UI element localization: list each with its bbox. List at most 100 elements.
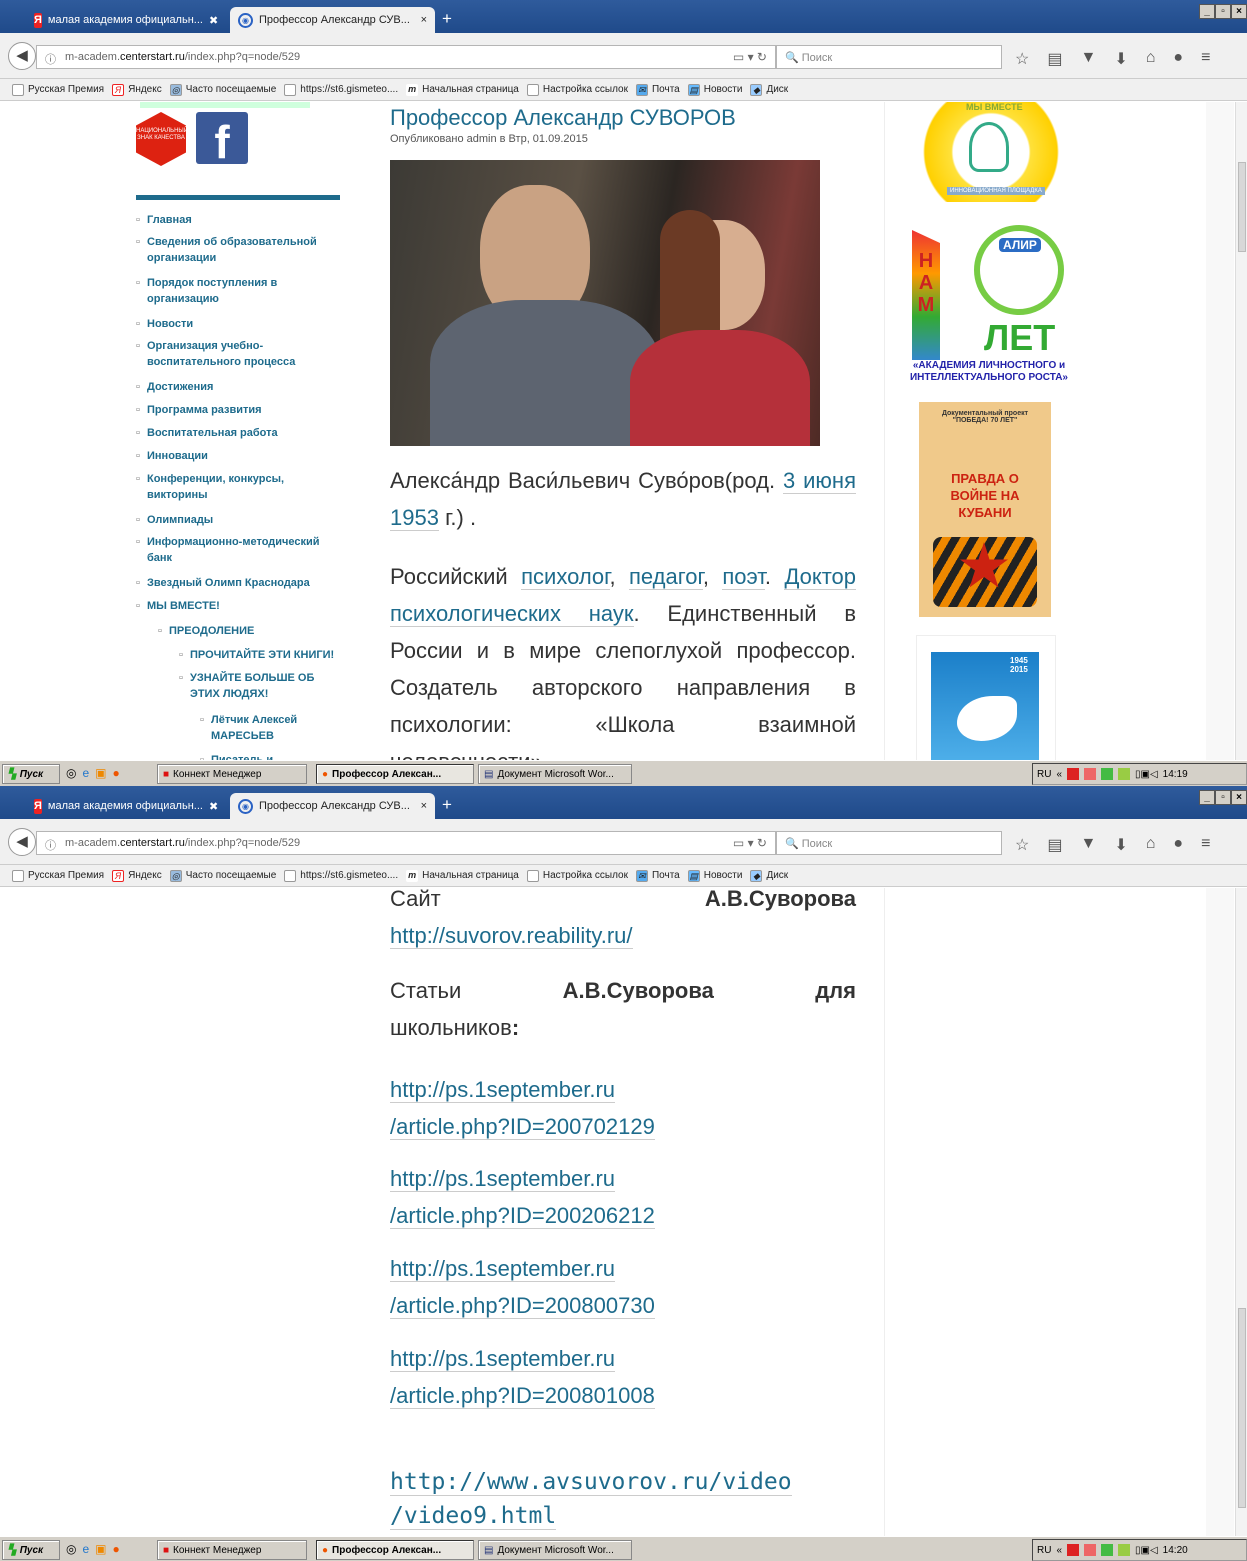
close-window-button[interactable]: × xyxy=(1231,4,1247,19)
bookmark-item[interactable]: ▤ Новости xyxy=(687,869,742,882)
menu-item[interactable]: Воспитательная работа xyxy=(136,425,342,441)
language-indicator[interactable]: RU xyxy=(1037,1545,1051,1556)
taskbar-item[interactable]: ■ Коннект Менеджер xyxy=(157,764,307,784)
reading-list-icon[interactable]: ▤ xyxy=(1047,49,1062,69)
bookmark-item[interactable]: m Начальная страница xyxy=(406,869,519,882)
bookmark-item[interactable]: ▤ Новости xyxy=(687,83,742,96)
url-bar[interactable]: ⓘ m-academ.centerstart.ru/index.php?q=nod… xyxy=(36,45,776,69)
menu-item[interactable]: Информационно-методический банк xyxy=(136,534,342,566)
bookmark-item[interactable]: Русская Премия xyxy=(12,869,104,882)
tray-icon[interactable]: ▯▣◁ xyxy=(1135,1545,1158,1556)
menu-item[interactable]: УЗНАЙТЕ БОЛЬШЕ ОБ ЭТИХ ЛЮДЯХ! xyxy=(179,670,330,702)
article-link[interactable]: http://ps.1september.ru xyxy=(390,1256,616,1282)
download-icon[interactable]: ⬇ xyxy=(1114,835,1127,855)
restore-button[interactable]: ▫ xyxy=(1215,790,1231,805)
firefox-icon[interactable]: ● xyxy=(113,766,120,780)
video-link[interactable]: /video9.html xyxy=(390,1503,557,1530)
back-button[interactable]: ◀ xyxy=(8,42,36,70)
menu-item[interactable]: ПРОЧИТАЙТЕ ЭТИ КНИГИ! xyxy=(179,647,350,663)
home-icon[interactable]: ⌂ xyxy=(1146,835,1156,855)
close-tab-icon[interactable]: × xyxy=(421,14,427,26)
bookmark-item[interactable]: Русская Премия xyxy=(12,83,104,96)
bookmark-item[interactable]: Я Яндекс xyxy=(112,83,162,96)
start-button[interactable]: ▚ Пуск xyxy=(2,764,60,784)
video-link[interactable]: http://www.avsuvorov.ru/video xyxy=(390,1469,792,1496)
facebook-icon[interactable]: f xyxy=(196,112,248,168)
banner-anniversary[interactable]: АЛИР НАМ ЛЕТ «АКАДЕМИЯ ЛИЧНОСТНОГО и ИНТ… xyxy=(904,220,1074,383)
pocket-icon[interactable]: ▼ xyxy=(1080,49,1096,69)
restore-button[interactable]: ▫ xyxy=(1215,4,1231,19)
scrollbar-thumb[interactable] xyxy=(1238,162,1246,252)
app-icon[interactable]: ◎ xyxy=(66,1542,76,1556)
bookmark-item[interactable]: Настройка ссылок xyxy=(526,83,628,96)
menu-item[interactable]: Новости xyxy=(136,316,342,332)
scrollbar-thumb[interactable] xyxy=(1238,1308,1246,1508)
firefox-icon[interactable]: ● xyxy=(113,1542,120,1556)
article-link[interactable]: /article.php?ID=200800730 xyxy=(390,1293,655,1319)
scrollbar[interactable] xyxy=(1235,102,1247,760)
minimize-button[interactable]: _ xyxy=(1199,790,1215,805)
link-site[interactable]: http://suvorov.reability.ru/ xyxy=(390,923,633,949)
new-tab-button[interactable]: + xyxy=(442,9,452,29)
chat-icon[interactable]: ● xyxy=(1173,835,1183,855)
chat-icon[interactable]: ● xyxy=(1173,49,1183,69)
article-link[interactable]: http://ps.1september.ru xyxy=(390,1346,616,1372)
start-button[interactable]: ▚ Пуск xyxy=(2,1540,60,1560)
menu-item[interactable]: Звездный Олимп Краснодара xyxy=(136,575,342,591)
minimize-button[interactable]: _ xyxy=(1199,4,1215,19)
bookmark-item[interactable]: ◎ Часто посещаемые xyxy=(169,869,276,882)
reading-list-icon[interactable]: ▤ xyxy=(1047,835,1062,855)
link-poet[interactable]: поэт xyxy=(722,564,765,590)
menu-icon[interactable]: ≡ xyxy=(1201,835,1210,855)
close-tab-icon[interactable]: × xyxy=(421,800,427,812)
taskbar-item-active[interactable]: ● Профессор Алексан... xyxy=(316,764,474,784)
search-input[interactable]: 🔍 Поиск xyxy=(776,831,1002,855)
bookmark-item[interactable]: ✉ Почта xyxy=(635,83,680,96)
menu-item[interactable]: Порядок поступления в организацию xyxy=(136,275,307,307)
article-title[interactable]: Профессор Александр СУВОРОВ xyxy=(390,105,736,131)
menu-item[interactable]: Достижения xyxy=(136,379,342,395)
app-icon[interactable]: ▣ xyxy=(95,766,106,780)
bookmark-item[interactable]: m Начальная страница xyxy=(406,83,519,96)
menu-item[interactable]: Инновации xyxy=(136,448,342,464)
app-icon[interactable]: ◎ xyxy=(66,766,76,780)
quality-badge[interactable]: НАЦИОНАЛЬНЫЙ ЗНАК КАЧЕСТВА xyxy=(136,112,186,166)
bookmark-item[interactable]: ◆ Диск xyxy=(750,869,788,882)
article-link[interactable]: /article.php?ID=200206212 xyxy=(390,1203,655,1229)
bookmark-item[interactable]: https://st6.gismeteo.... xyxy=(284,83,398,96)
link-psychologist[interactable]: психолог xyxy=(521,564,610,590)
menu-item[interactable]: Программа развития xyxy=(136,402,342,418)
bookmark-item[interactable]: Я Яндекс xyxy=(112,869,162,882)
taskbar-item[interactable]: ▤ Документ Microsoft Wor... xyxy=(478,764,632,784)
menu-item[interactable]: Олимпиады xyxy=(136,512,342,528)
app-icon[interactable]: ▣ xyxy=(95,1542,106,1556)
ie-icon[interactable]: e xyxy=(82,1542,89,1556)
menu-item[interactable]: Главная xyxy=(136,212,342,228)
tab-academy[interactable]: Ямалая академия официальн... ✖ xyxy=(26,793,224,819)
new-tab-button[interactable]: + xyxy=(442,795,452,815)
menu-item[interactable]: Организация учебно-воспитательного проце… xyxy=(136,338,322,370)
link-pedagogue[interactable]: педагог xyxy=(629,564,703,590)
close-tab-icon[interactable]: ✖ xyxy=(209,800,218,813)
ie-icon[interactable]: e xyxy=(82,766,89,780)
menu-item[interactable]: Сведения об образовательной организации xyxy=(136,234,342,266)
home-icon[interactable]: ⌂ xyxy=(1146,49,1156,69)
bookmark-item[interactable]: ◎ Часто посещаемые xyxy=(169,83,276,96)
back-button[interactable]: ◀ xyxy=(8,828,36,856)
tray-icon[interactable]: « xyxy=(1056,1545,1062,1556)
bookmark-item[interactable]: Настройка ссылок xyxy=(526,869,628,882)
menu-item[interactable]: Лётчик Алексей МАРЕСЬЕВ xyxy=(200,712,331,744)
tab-professor[interactable]: ◉ Профессор Александр СУВ... × xyxy=(230,7,435,33)
search-input[interactable]: 🔍 Поиск xyxy=(776,45,1002,69)
article-link[interactable]: /article.php?ID=200702129 xyxy=(390,1114,655,1140)
link-year[interactable]: 1953 xyxy=(390,505,439,531)
tray-icon[interactable]: ▯▣◁ xyxy=(1135,769,1158,780)
tab-academy[interactable]: Ямалая академия официальн... ✖ xyxy=(26,7,224,33)
pocket-icon[interactable]: ▼ xyxy=(1080,835,1096,855)
bookmark-item[interactable]: ◆ Диск xyxy=(750,83,788,96)
banner-together[interactable]: МЫ ВМЕСТЕ ИННОВАЦИОННАЯ ПЛОЩАДКА xyxy=(911,102,1071,202)
menu-item[interactable]: ПРЕОДОЛЕНИЕ xyxy=(158,623,344,639)
menu-item[interactable]: Конференции, конкурсы, викторины xyxy=(136,471,317,503)
menu-icon[interactable]: ≡ xyxy=(1201,49,1210,69)
banner-war-truth[interactable]: Документальный проект "ПОБЕДА! 70 ЛЕТ" П… xyxy=(919,402,1051,617)
